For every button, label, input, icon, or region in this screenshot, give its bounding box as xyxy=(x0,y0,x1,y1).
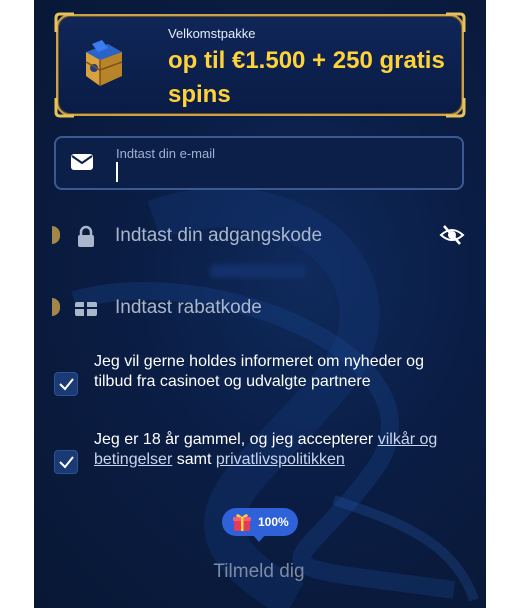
email-field[interactable]: Indtast din e-mail xyxy=(54,136,464,190)
terms-text-before: Jeg er 18 år gammel, og jeg accepterer xyxy=(94,431,374,448)
registration-panel: Velkomstpakke op til €1.500 + 250 gratis… xyxy=(34,0,486,608)
banner-corner-ornament xyxy=(54,98,74,118)
banner-title: op til €1.500 + 250 gratis spins xyxy=(168,47,445,108)
password-field[interactable]: Indtast din adgangskode xyxy=(52,214,466,258)
terms-consent-text: Jeg er 18 år gammel, og jeg accepterer v… xyxy=(94,430,464,470)
treasure-chest-icon xyxy=(85,40,123,86)
lock-icon xyxy=(78,225,94,247)
terms-text-mid: samt xyxy=(176,451,212,468)
promo-code-field[interactable]: Indtast rabatkode xyxy=(52,286,464,330)
ticket-icon xyxy=(75,302,97,316)
eye-slash-icon[interactable] xyxy=(438,223,466,247)
gift-icon xyxy=(233,514,251,531)
checkmark-icon xyxy=(59,456,74,469)
promo-placeholder: Indtast rabatkode xyxy=(115,297,262,318)
newsletter-consent[interactable]: Jeg vil gerne holdes informeret om nyhed… xyxy=(54,352,464,414)
banner-corner-ornament xyxy=(54,12,74,32)
field-edge-decoration xyxy=(52,226,60,244)
banner-corner-ornament xyxy=(446,12,466,32)
terms-consent[interactable]: Jeg er 18 år gammel, og jeg accepterer v… xyxy=(54,430,464,492)
checkmark-icon xyxy=(59,378,74,391)
terms-checkbox[interactable] xyxy=(54,450,78,474)
banner-kicker: Velkomstpakke xyxy=(168,26,256,41)
divider xyxy=(210,264,306,278)
field-edge-decoration xyxy=(52,298,60,316)
welcome-banner[interactable]: Velkomstpakke op til €1.500 + 250 gratis… xyxy=(54,12,466,118)
bonus-percent: 100% xyxy=(258,515,289,529)
newsletter-consent-text: Jeg vil gerne holdes informeret om nyhed… xyxy=(94,353,424,390)
privacy-link[interactable]: privatlivspolitikken xyxy=(216,451,345,468)
email-label: Indtast din e-mail xyxy=(116,146,215,161)
envelope-icon xyxy=(71,154,93,170)
password-placeholder: Indtast din adgangskode xyxy=(115,225,323,246)
signup-button[interactable]: Tilmeld dig xyxy=(54,548,464,596)
text-cursor xyxy=(116,162,118,182)
bonus-badge: 100% xyxy=(222,508,298,542)
newsletter-checkbox[interactable] xyxy=(54,372,78,396)
